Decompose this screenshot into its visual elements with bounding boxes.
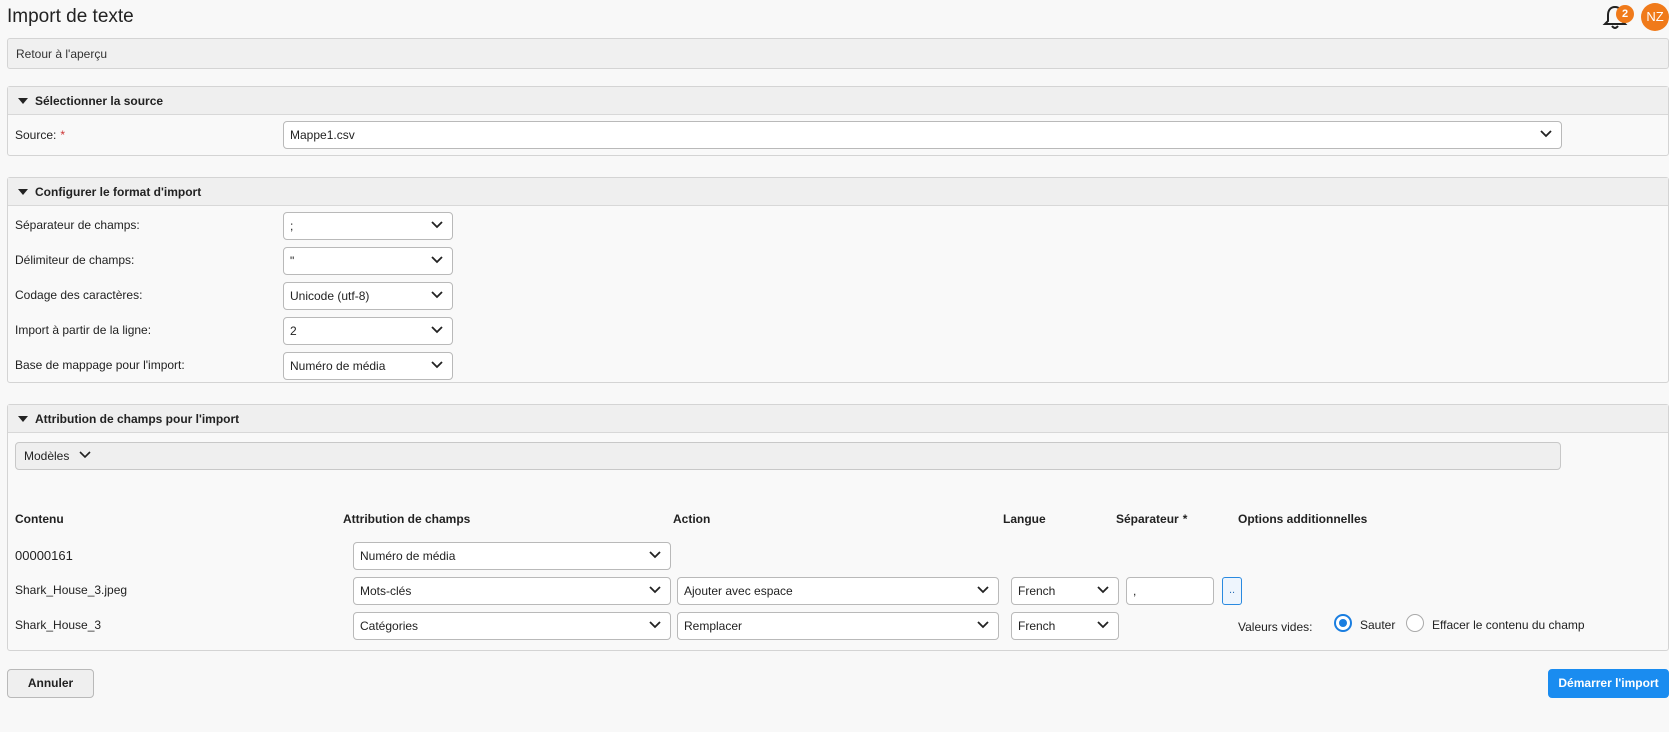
row-action-value: Ajouter avec espace — [684, 584, 793, 598]
source-label: Source: * — [15, 128, 65, 142]
start-line-value: 2 — [290, 324, 297, 338]
source-label-text: Source: — [15, 128, 57, 142]
column-header-separator: Séparateur * — [1116, 512, 1187, 526]
chevron-down-icon — [649, 551, 661, 559]
column-header-field: Attribution de champs — [343, 512, 471, 526]
row-field-select[interactable]: Numéro de média — [353, 542, 671, 570]
chevron-down-icon — [431, 221, 443, 229]
format-panel-header[interactable]: Configurer le format d'import — [8, 178, 1668, 206]
row-field-select[interactable]: Catégories — [353, 612, 671, 640]
chevron-down-icon — [431, 326, 443, 334]
row-content: 00000161 — [15, 548, 73, 563]
mapping-base-label: Base de mappage pour l'import: — [15, 358, 185, 372]
required-mark: * — [60, 128, 66, 142]
field-delimiter-select[interactable]: " — [283, 247, 453, 275]
encoding-value: Unicode (utf-8) — [290, 289, 370, 303]
row-language-value: French — [1018, 584, 1056, 598]
row-separator-input[interactable]: , — [1126, 577, 1214, 605]
field-separator-label: Séparateur de champs: — [15, 218, 140, 232]
empty-values-skip-label[interactable]: Sauter — [1360, 618, 1395, 632]
cancel-button[interactable]: Annuler — [7, 669, 94, 698]
column-header-action: Action — [673, 512, 711, 526]
chevron-down-icon — [431, 291, 443, 299]
column-header-language: Langue — [1003, 512, 1046, 526]
empty-values-skip-radio[interactable] — [1334, 614, 1352, 632]
row-action-select[interactable]: Remplacer — [677, 612, 999, 640]
mapping-panel-title: Attribution de champs pour l'import — [35, 412, 240, 426]
required-mark: * — [1182, 512, 1188, 526]
row-content: Shark_House_3.jpeg — [15, 583, 128, 597]
source-panel-header[interactable]: Sélectionner la source — [8, 87, 1668, 115]
user-avatar[interactable]: NZ — [1641, 3, 1669, 31]
start-import-button[interactable]: Démarrer l'import — [1548, 669, 1669, 698]
format-panel: Configurer le format d'import Séparateur… — [7, 177, 1669, 383]
format-panel-title: Configurer le format d'import — [35, 185, 202, 199]
field-delimiter-value: " — [290, 254, 295, 268]
column-header-content: Contenu — [15, 512, 64, 526]
mapping-panel-header[interactable]: Attribution de champs pour l'import — [8, 405, 1668, 433]
mapping-base-value: Numéro de média — [290, 359, 386, 373]
mapping-base-select[interactable]: Numéro de média — [283, 352, 453, 380]
row-field-value: Catégories — [360, 619, 419, 633]
row-content: Shark_House_3 — [15, 618, 102, 632]
source-select[interactable]: Mappe1.csv — [283, 121, 1562, 149]
collapse-caret-icon — [18, 98, 28, 104]
collapse-caret-icon — [18, 416, 28, 422]
encoding-select[interactable]: Unicode (utf-8) — [283, 282, 453, 310]
column-header-options: Options additionnelles — [1238, 512, 1368, 526]
row-action-value: Remplacer — [684, 619, 743, 633]
chevron-down-icon — [1540, 130, 1552, 138]
chevron-down-icon — [79, 451, 91, 459]
empty-values-label: Valeurs vides: — [1238, 620, 1313, 634]
start-line-select[interactable]: 2 — [283, 317, 453, 345]
row-field-value: Numéro de média — [360, 549, 456, 563]
column-header-separator-text: Séparateur — [1116, 512, 1179, 526]
chevron-down-icon — [977, 586, 989, 594]
collapse-caret-icon — [18, 189, 28, 195]
empty-values-clear-label[interactable]: Effacer le contenu du champ — [1432, 618, 1585, 632]
row-language-select[interactable]: French — [1011, 612, 1119, 640]
row-language-value: French — [1018, 619, 1056, 633]
field-separator-select[interactable]: ; — [283, 212, 453, 240]
row-action-select[interactable]: Ajouter avec espace — [677, 577, 999, 605]
field-delimiter-label: Délimiteur de champs: — [15, 253, 135, 267]
source-select-value: Mappe1.csv — [290, 128, 355, 142]
field-separator-value: ; — [290, 219, 294, 233]
row-field-select[interactable]: Mots-clés — [353, 577, 671, 605]
models-dropdown[interactable]: Modèles — [15, 442, 1561, 470]
chevron-down-icon — [1097, 621, 1109, 629]
source-panel: Sélectionner la source Source: * Mappe1.c… — [7, 86, 1669, 156]
source-panel-title: Sélectionner la source — [35, 94, 164, 108]
back-to-overview-link[interactable]: Retour à l'aperçu — [7, 38, 1669, 69]
chevron-down-icon — [431, 361, 443, 369]
mapping-panel: Attribution de champs pour l'import Modè… — [7, 404, 1669, 651]
chevron-down-icon — [431, 256, 443, 264]
chevron-down-icon — [977, 621, 989, 629]
row-more-button[interactable]: .. — [1222, 577, 1242, 605]
models-label: Modèles — [24, 449, 70, 463]
chevron-down-icon — [649, 586, 661, 594]
chevron-down-icon — [1097, 586, 1109, 594]
row-language-select[interactable]: French — [1011, 577, 1119, 605]
encoding-label: Codage des caractères: — [15, 288, 143, 302]
row-field-value: Mots-clés — [360, 584, 412, 598]
chevron-down-icon — [649, 621, 661, 629]
empty-values-clear-radio[interactable] — [1406, 614, 1424, 632]
page-title: Import de texte — [7, 6, 134, 27]
notification-badge: 2 — [1616, 5, 1634, 23]
start-line-label: Import à partir de la ligne: — [15, 323, 152, 337]
